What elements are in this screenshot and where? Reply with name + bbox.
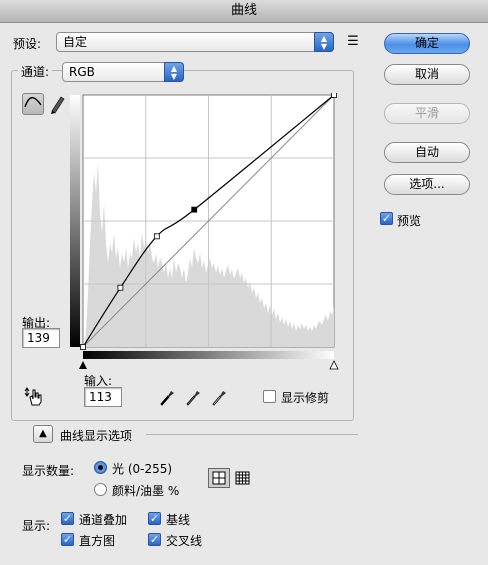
white-eyedropper-icon[interactable] <box>210 388 228 406</box>
curve-point-tool-icon[interactable] <box>22 93 44 115</box>
baseline-checkbox[interactable]: ✓ <box>148 512 161 525</box>
channel-value: RGB <box>69 65 95 79</box>
show-clipping-checkbox[interactable] <box>263 390 276 403</box>
selected-curve-point[interactable] <box>191 206 198 213</box>
white-point-slider-icon[interactable] <box>329 360 339 370</box>
channel-overlays-checkbox[interactable]: ✓ <box>61 512 74 525</box>
preset-value: 自定 <box>63 35 88 49</box>
preview-label: 预览 <box>397 214 422 228</box>
channel-label: 通道: <box>18 63 53 80</box>
preset-label: 预设: <box>13 37 42 51</box>
show-label: 显示: <box>22 519 51 533</box>
black-point-slider-icon[interactable] <box>79 361 87 369</box>
list-options-icon[interactable]: ☰ <box>344 33 362 51</box>
histogram-label: 直方图 <box>79 534 116 548</box>
pigment-radio[interactable] <box>94 483 107 496</box>
input-field[interactable]: 113 <box>84 387 122 407</box>
curve-graph[interactable] <box>70 93 340 371</box>
ok-button[interactable]: 确定 <box>384 33 470 54</box>
select-arrows-icon: ▲ ▼ <box>314 32 334 52</box>
intersection-line-label: 交叉线 <box>166 534 203 548</box>
output-gradient-bar <box>70 95 80 347</box>
collapse-toggle-icon[interactable]: ▲ <box>33 425 53 443</box>
window-title: 曲线 <box>0 0 488 23</box>
preview-checkbox[interactable]: ✓ <box>380 212 393 225</box>
light-radio[interactable] <box>94 461 107 474</box>
cancel-button[interactable]: 取消 <box>384 64 470 85</box>
baseline-label: 基线 <box>166 513 191 527</box>
curve-point[interactable] <box>80 344 86 350</box>
auto-button[interactable]: 自动 <box>384 142 470 163</box>
detailed-grid-icon[interactable] <box>233 468 253 488</box>
curve-point[interactable] <box>153 233 160 240</box>
options-button[interactable]: 选项... <box>384 174 470 195</box>
smooth-button[interactable]: 平滑 <box>384 103 470 124</box>
curve-point[interactable] <box>117 284 124 291</box>
select-arrows-icon: ▲ ▼ <box>164 62 184 82</box>
preset-select[interactable]: 自定 ▲ ▼ <box>56 32 334 52</box>
section-divider <box>146 434 358 435</box>
gray-eyedropper-icon[interactable] <box>184 388 202 406</box>
pencil-tool-icon[interactable] <box>48 94 66 114</box>
simple-grid-icon[interactable] <box>208 468 230 488</box>
targeted-adjustment-hand-icon[interactable] <box>24 387 46 407</box>
black-eyedropper-icon[interactable] <box>158 388 176 406</box>
channel-overlays-label: 通道叠加 <box>79 513 128 527</box>
show-clipping-label: 显示修剪 <box>281 391 330 405</box>
display-amount-label: 显示数量: <box>22 464 75 478</box>
curve-options-label: 曲线显示选项 <box>60 429 133 443</box>
curve-point[interactable] <box>331 93 337 98</box>
light-radio-label: 光 (0-255) <box>112 462 173 476</box>
pigment-radio-label: 颜料/油墨 % <box>112 484 180 498</box>
intersection-line-checkbox[interactable]: ✓ <box>148 533 161 546</box>
channel-select[interactable]: RGB ▲ ▼ <box>62 62 184 82</box>
input-gradient-bar <box>83 351 334 359</box>
histogram-checkbox[interactable]: ✓ <box>61 533 74 546</box>
output-field[interactable]: 139 <box>22 328 60 348</box>
